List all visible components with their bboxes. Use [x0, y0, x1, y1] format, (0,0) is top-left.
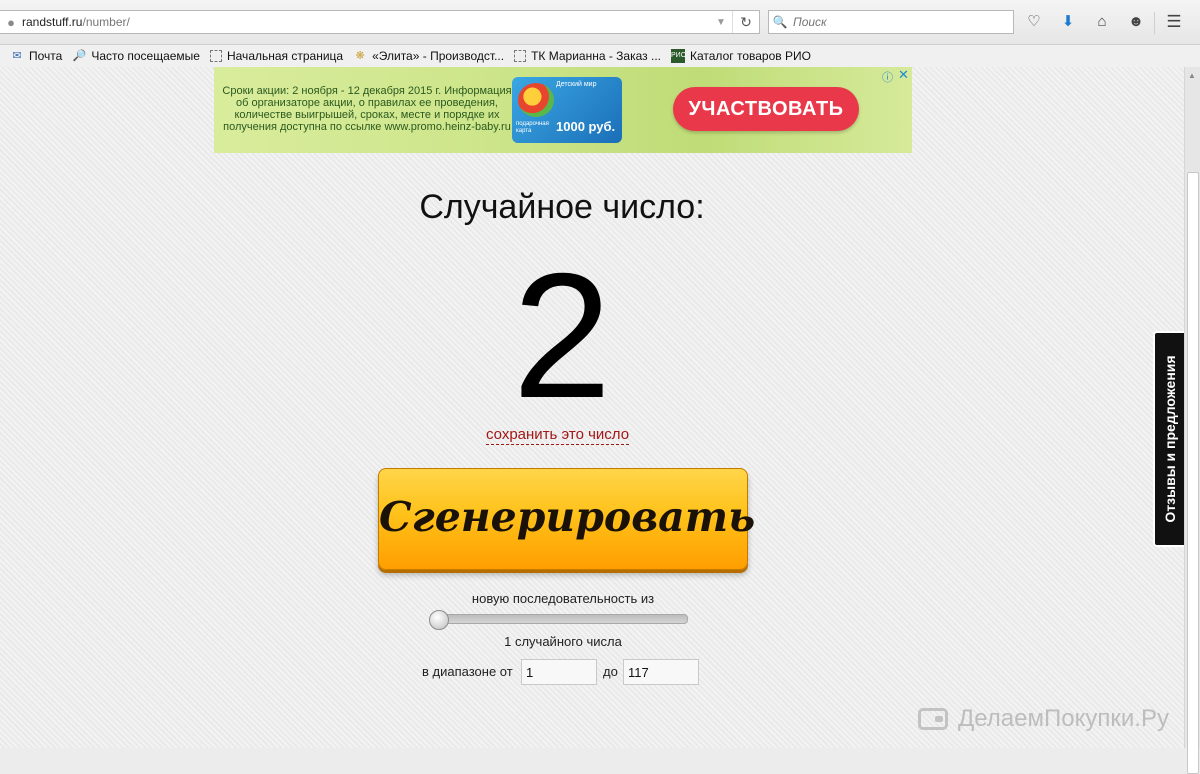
bookmark-label: Почта: [29, 49, 63, 63]
slider-handle[interactable]: [429, 610, 449, 630]
toys-icon: [518, 83, 554, 117]
bookmark-start-page[interactable]: Начальная страница: [209, 49, 344, 63]
bookmark-frequent[interactable]: 🔎 Часто посещаемые: [72, 49, 200, 63]
save-number-link[interactable]: сохранить это число: [486, 426, 630, 445]
menu-icon[interactable]: ☰: [1162, 11, 1186, 33]
bookmark-label: ТК Марианна - Заказ ...: [531, 49, 661, 63]
feedback-tab-label: Отзывы и предложения: [1161, 355, 1178, 523]
reload-icon[interactable]: ↻: [732, 11, 759, 33]
random-number: 2: [512, 236, 612, 435]
ad-banner[interactable]: Сроки акции: 2 ноября - 12 декабря 2015 …: [214, 67, 912, 153]
scroll-up-icon[interactable]: ▲: [1188, 71, 1196, 80]
toolbar-divider: [1154, 12, 1155, 34]
page-icon: [514, 50, 527, 62]
bookmark-marianna[interactable]: ТК Марианна - Заказ ...: [514, 49, 661, 63]
chevron-down-icon[interactable]: ▼: [710, 17, 732, 28]
count-label: 1 случайного числа: [504, 634, 622, 649]
watermark-text: ДелаемПокупки.Ру: [958, 705, 1169, 732]
range-to-label: до: [603, 664, 618, 679]
home-icon[interactable]: ⌂: [1090, 11, 1114, 33]
count-slider[interactable]: [429, 610, 688, 630]
bookmark-mail[interactable]: ✉ Почта: [10, 49, 62, 63]
search-icon: 🔍: [772, 15, 788, 29]
rio-logo-icon: РИО: [671, 49, 686, 63]
range-from-input[interactable]: [521, 659, 597, 685]
globe-icon: ●: [7, 14, 15, 30]
watermark: ДелаемПокупки.Ру: [918, 705, 1169, 733]
adchoices-icon[interactable]: ⓘ: [882, 69, 893, 85]
browser-search-input[interactable]: [791, 14, 995, 30]
page-icon: [209, 50, 222, 62]
bookmark-label: Начальная страница: [226, 49, 344, 63]
bookmark-elita[interactable]: ❋ «Элита» - Производст...: [353, 49, 504, 63]
bookmark-rio-catalog[interactable]: РИО Каталог товаров РИО: [671, 49, 811, 63]
url-path: /number/: [82, 15, 130, 29]
range-to-input[interactable]: [623, 659, 699, 685]
card-brand: Детский мир: [556, 81, 597, 88]
ring-icon: ❋: [355, 50, 365, 62]
ad-text: Сроки акции: 2 ноября - 12 декабря 2015 …: [222, 85, 512, 133]
magnifier-icon: 🔎: [72, 50, 87, 62]
browser-toolbar: ● randstuff.ru/number/ ▼ ↻ 🔍 ♡ ⬇ ⌂ ☻ ☰: [0, 0, 1200, 45]
bookmark-label: Каталог товаров РИО: [690, 49, 811, 63]
ad-participate-button[interactable]: УЧАСТВОВАТЬ: [673, 87, 859, 131]
bookmark-label: Часто посещаемые: [91, 49, 200, 63]
generate-button[interactable]: Сгенерировать: [378, 468, 755, 570]
page-scrollbar[interactable]: ▲: [1184, 67, 1200, 774]
card-gift-label: подарочная карта: [516, 121, 549, 134]
close-icon[interactable]: ✕: [898, 67, 909, 83]
feedback-tab[interactable]: Отзывы и предложения: [1153, 331, 1184, 547]
range-from-label: в диапазоне от: [422, 664, 513, 679]
card-amount: 1000 руб.: [556, 119, 616, 134]
download-icon[interactable]: ⬇: [1056, 11, 1080, 33]
gift-card-image: Детский мир подарочная карта 1000 руб.: [512, 77, 622, 143]
url-text[interactable]: randstuff.ru/number/: [22, 15, 710, 29]
url-host: randstuff.ru: [22, 15, 83, 29]
bookmark-label: «Элита» - Производст...: [372, 49, 505, 63]
bookmarks-bar: ✉ Почта 🔎 Часто посещаемые Начальная стр…: [0, 45, 1200, 68]
address-bar[interactable]: ● randstuff.ru/number/ ▼ ↻: [0, 10, 760, 34]
sequence-label: новую последовательность из: [471, 591, 655, 606]
wallet-icon: [918, 708, 948, 730]
browser-search-box[interactable]: 🔍: [768, 10, 1014, 34]
mail-icon: ✉: [12, 50, 22, 62]
pocket-icon[interactable]: ♡: [1022, 11, 1046, 33]
feedback-smile-icon[interactable]: ☻: [1124, 11, 1148, 33]
scroll-thumb[interactable]: [1187, 172, 1199, 774]
page-title: Случайное число:: [419, 188, 705, 226]
